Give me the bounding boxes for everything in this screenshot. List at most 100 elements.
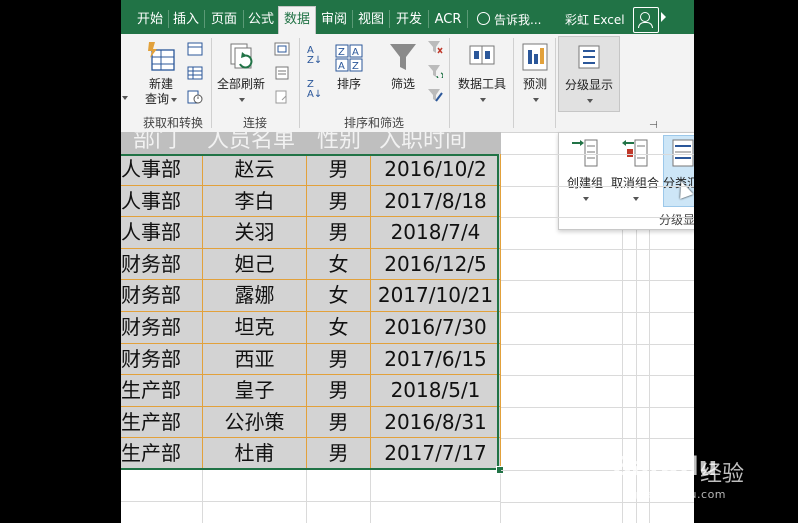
from-table-icon[interactable] — [187, 66, 203, 80]
gridline — [501, 375, 694, 377]
hire-date-cell[interactable]: 2018/5/1 — [371, 375, 501, 407]
header-hire-date: 入职时间 — [379, 132, 468, 153]
staff-cell[interactable]: 妲己 — [203, 248, 307, 281]
outline-button[interactable]: 分级显示 — [558, 36, 620, 112]
hire-date-cell[interactable]: 2016/7/30 — [371, 312, 501, 344]
caret-down-icon — [480, 97, 486, 102]
empty-cell[interactable] — [307, 470, 371, 502]
hire-date-cell[interactable]: 2016/8/31 — [371, 406, 501, 439]
gender-cell[interactable]: 男 — [307, 375, 371, 407]
staff-cell[interactable]: 坦克 — [203, 312, 307, 344]
outline-label: 分级显示 — [564, 78, 613, 92]
hire-date-cell[interactable]: 2017/10/21 — [371, 280, 501, 312]
department-cell[interactable]: 财务部 — [121, 312, 203, 344]
hire-date-cell[interactable]: 2018/7/4 — [371, 217, 501, 249]
gender-cell[interactable]: 男 — [307, 217, 371, 249]
department-cell[interactable]: 人事部 — [121, 185, 203, 218]
gender-cell[interactable]: 女 — [307, 280, 371, 312]
connections-icon[interactable] — [274, 42, 290, 56]
caret-down-icon — [583, 196, 589, 201]
tab-formulas[interactable]: 公式 — [245, 7, 277, 34]
staff-cell[interactable]: 关羽 — [203, 217, 307, 249]
share-user-icon[interactable] — [633, 7, 659, 33]
staff-cell[interactable]: 赵云 — [203, 154, 307, 186]
ribbon-collapse-caret-icon[interactable] — [122, 96, 128, 100]
forecast-button[interactable]: 预测 — [517, 40, 553, 106]
new-query-label-2: 查询 — [143, 92, 179, 107]
empty-cell[interactable] — [203, 501, 307, 523]
gridline — [501, 501, 694, 503]
empty-cell[interactable] — [121, 501, 203, 523]
watermark-url: jingyan.baidu.com — [616, 488, 727, 501]
department-cell[interactable]: 生产部 — [121, 375, 203, 407]
empty-cell[interactable] — [121, 470, 203, 502]
group-sort-filter-label: 排序和筛选 — [343, 116, 404, 130]
gender-cell[interactable]: 男 — [307, 406, 371, 439]
gridline — [501, 343, 694, 345]
data-tools-button[interactable]: 数据工具 — [453, 40, 511, 106]
department-cell[interactable]: 财务部 — [121, 248, 203, 281]
recent-sources-icon[interactable] — [187, 90, 203, 104]
empty-cell[interactable] — [371, 470, 501, 502]
gender-cell[interactable]: 男 — [307, 185, 371, 218]
tab-developer[interactable]: 开发 — [392, 7, 426, 34]
new-query-button[interactable]: 新建 查询 — [143, 40, 179, 107]
staff-cell[interactable]: 公孙策 — [203, 406, 307, 439]
staff-cell[interactable]: 杜甫 — [203, 438, 307, 470]
department-cell[interactable]: 生产部 — [121, 438, 203, 470]
advanced-filter-icon[interactable] — [427, 88, 443, 102]
staff-cell[interactable]: 李白 — [203, 185, 307, 218]
group-button[interactable]: 创建组 — [563, 137, 607, 205]
ungroup-button[interactable]: 取消组合 — [607, 137, 663, 205]
department-cell[interactable]: 财务部 — [121, 280, 203, 312]
tab-acrobat[interactable]: ACR — [431, 7, 465, 34]
empty-cell[interactable] — [371, 501, 501, 523]
hire-date-cell[interactable]: 2017/6/15 — [371, 343, 501, 376]
empty-cell[interactable] — [203, 470, 307, 502]
data-tools-icon — [469, 45, 495, 65]
hire-date-cell[interactable]: 2017/7/17 — [371, 438, 501, 470]
refresh-all-button[interactable]: 全部刷新 — [215, 40, 267, 106]
show-queries-icon[interactable] — [187, 42, 203, 56]
gender-cell[interactable]: 女 — [307, 312, 371, 344]
hire-date-cell[interactable]: 2016/12/5 — [371, 248, 501, 281]
tab-review[interactable]: 审阅 — [318, 7, 350, 34]
department-cell[interactable]: 人事部 — [121, 154, 203, 186]
empty-cell[interactable] — [307, 501, 371, 523]
staff-cell[interactable]: 皇子 — [203, 375, 307, 407]
sheet-grid[interactable]: 人事部 赵云男 2016/10/2 人事部 李白男 2017/8/18 人事部 关羽男 2018… — [121, 154, 501, 523]
header-staff: 人员名单 — [207, 132, 296, 153]
staff-cell[interactable]: 露娜 — [203, 280, 307, 312]
refresh-icon — [230, 43, 253, 69]
hire-date-cell[interactable]: 2017/8/18 — [371, 185, 501, 218]
department-cell[interactable]: 生产部 — [121, 406, 203, 439]
gender-cell[interactable]: 女 — [307, 248, 371, 281]
gender-cell[interactable]: 男 — [307, 154, 371, 186]
staff-cell[interactable]: 西亚 — [203, 343, 307, 376]
gridline — [501, 217, 694, 219]
reapply-icon[interactable] — [427, 64, 443, 78]
sort-button[interactable]: Z A A Z 排序 — [329, 40, 369, 92]
tab-insert[interactable]: 插入 — [170, 7, 202, 34]
properties-icon[interactable] — [274, 66, 290, 80]
ribbon-data: 新建 查询 获取和转换 全部刷新 连接 A Z↓ Z A↓ Z A A Z 排序… — [121, 34, 694, 133]
clear-filter-icon[interactable] — [427, 40, 443, 54]
hire-date-cell[interactable]: 2016/10/2 — [371, 154, 501, 186]
sort-ascending-icon[interactable]: A Z↓ — [307, 46, 322, 66]
sort-descending-icon[interactable]: Z A↓ — [307, 80, 322, 100]
svg-text:Z: Z — [352, 61, 359, 72]
department-cell[interactable]: 财务部 — [121, 343, 203, 376]
gender-cell[interactable]: 男 — [307, 343, 371, 376]
tab-home[interactable]: 开始 — [133, 7, 167, 34]
department-cell[interactable]: 人事部 — [121, 217, 203, 249]
group-label: 创建组 — [566, 176, 603, 190]
edit-links-icon[interactable] — [274, 90, 290, 104]
tab-data[interactable]: 数据 — [278, 6, 316, 34]
pin-ribbon-icon[interactable]: ⊣ — [649, 120, 658, 131]
gender-cell[interactable]: 男 — [307, 438, 371, 470]
filter-button[interactable]: 筛选 — [383, 40, 423, 92]
tab-page-layout[interactable]: 页面 — [206, 7, 242, 34]
tab-view[interactable]: 视图 — [355, 7, 387, 34]
tell-me-box[interactable]: 告诉我... — [477, 7, 541, 33]
tab-scroll-right-icon[interactable] — [661, 12, 666, 22]
